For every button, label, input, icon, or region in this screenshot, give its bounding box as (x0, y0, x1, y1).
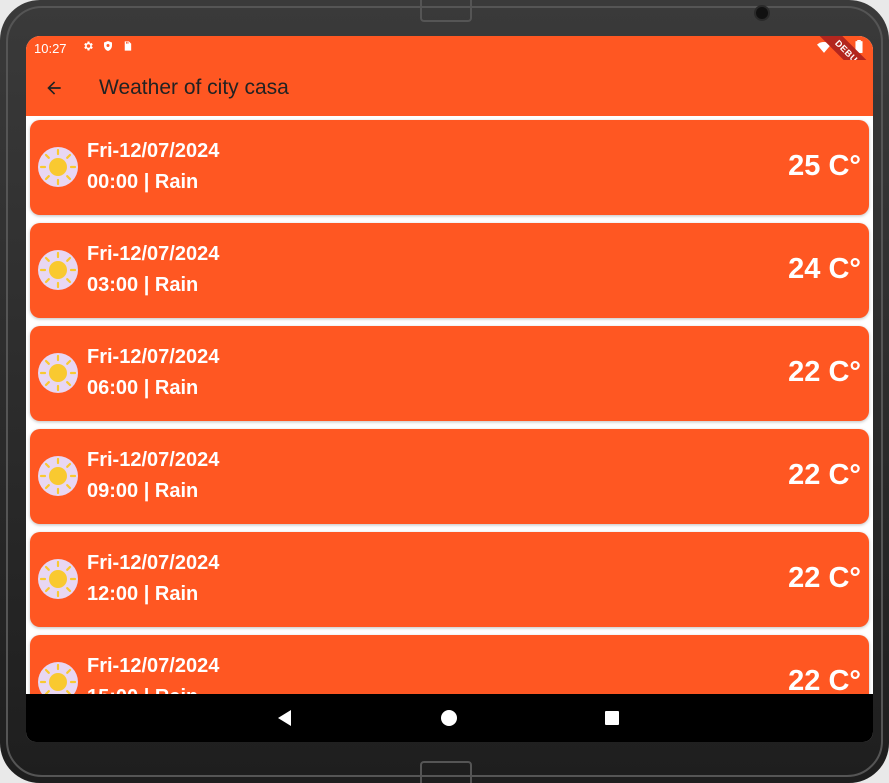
forecast-condition: Rain (154, 171, 199, 193)
forecast-card[interactable]: Fri-12/07/2024 00:00 | Rain 25 C° (30, 120, 869, 215)
sun-icon (38, 250, 78, 290)
forecast-time: 06:00 (87, 377, 139, 399)
status-time: 10:27 (34, 41, 67, 56)
forecast-time: 12:00 (87, 583, 139, 605)
forecast-time: 03:00 (87, 274, 139, 296)
sun-icon (38, 353, 78, 393)
forecast-condition: Rain (154, 377, 199, 399)
forecast-condition: Rain (154, 480, 199, 502)
forecast-temperature: 22 C° (788, 459, 861, 491)
forecast-list[interactable]: Fri-12/07/2024 00:00 | Rain 25 C° Fri-12… (26, 116, 873, 694)
forecast-time-condition: 12:00 | Rain (87, 583, 199, 605)
forecast-time: 00:00 (87, 171, 139, 193)
forecast-card[interactable]: Fri-12/07/2024 12:00 | Rain 22 C° (30, 532, 869, 627)
sun-icon (38, 456, 78, 496)
screen: 10:27 DEBUG Weather of city casa Fri-12/… (26, 36, 873, 742)
forecast-date: Fri-12/07/2024 (87, 346, 220, 368)
forecast-date: Fri-12/07/2024 (87, 449, 220, 471)
sun-icon (38, 147, 78, 187)
forecast-condition: Rain (154, 583, 199, 605)
camera-icon (754, 5, 770, 21)
forecast-condition: Rain (155, 686, 198, 694)
forecast-temperature: 22 C° (788, 562, 861, 594)
nav-home-icon[interactable] (441, 710, 457, 726)
forecast-date: Fri-12/07/2024 (87, 552, 220, 574)
forecast-date: Fri-12/07/2024 (87, 243, 220, 265)
page-title: Weather of city casa (99, 76, 289, 99)
back-button[interactable] (38, 72, 70, 104)
status-icons-left (82, 40, 133, 52)
forecast-time-condition: 15:00 | Rain (87, 686, 198, 694)
sun-icon (38, 559, 78, 599)
forecast-card[interactable]: Fri-12/07/2024 03:00 | Rain 24 C° (30, 223, 869, 318)
forecast-time-condition: 06:00 | Rain (87, 377, 199, 399)
forecast-temperature: 25 C° (788, 150, 861, 182)
forecast-date: Fri-12/07/2024 (87, 655, 220, 677)
forecast-date: Fri-12/07/2024 (87, 140, 220, 162)
app-bar: Weather of city casa (26, 60, 873, 116)
sun-icon (38, 662, 78, 694)
shield-icon (104, 41, 112, 51)
hinge-top (420, 0, 472, 22)
settings-gear-icon (84, 41, 93, 51)
device-frame: 10:27 DEBUG Weather of city casa Fri-12/… (0, 0, 889, 783)
forecast-card[interactable]: Fri-12/07/2024 09:00 | Rain 22 C° (30, 429, 869, 524)
forecast-card[interactable]: Fri-12/07/2024 15:00 | Rain 22 C° (30, 635, 869, 694)
system-nav-bar (26, 694, 873, 742)
forecast-temperature: 22 C° (788, 665, 861, 694)
nav-back-icon[interactable] (278, 710, 291, 726)
forecast-temperature: 24 C° (788, 253, 861, 285)
forecast-time: 15:00 (87, 686, 138, 694)
sd-card-icon (124, 41, 132, 51)
forecast-time-condition: 03:00 | Rain (87, 274, 199, 296)
nav-recents-icon[interactable] (605, 711, 619, 725)
forecast-condition: Rain (154, 274, 199, 296)
forecast-time-condition: 09:00 | Rain (87, 480, 199, 502)
forecast-card[interactable]: Fri-12/07/2024 06:00 | Rain 22 C° (30, 326, 869, 421)
arrow-back-icon (47, 81, 61, 95)
hinge-bottom (420, 761, 472, 783)
forecast-time-condition: 00:00 | Rain (87, 171, 199, 193)
forecast-temperature: 22 C° (788, 356, 861, 388)
forecast-time: 09:00 (87, 480, 139, 502)
status-bar: 10:27 DEBUG (26, 36, 873, 96)
